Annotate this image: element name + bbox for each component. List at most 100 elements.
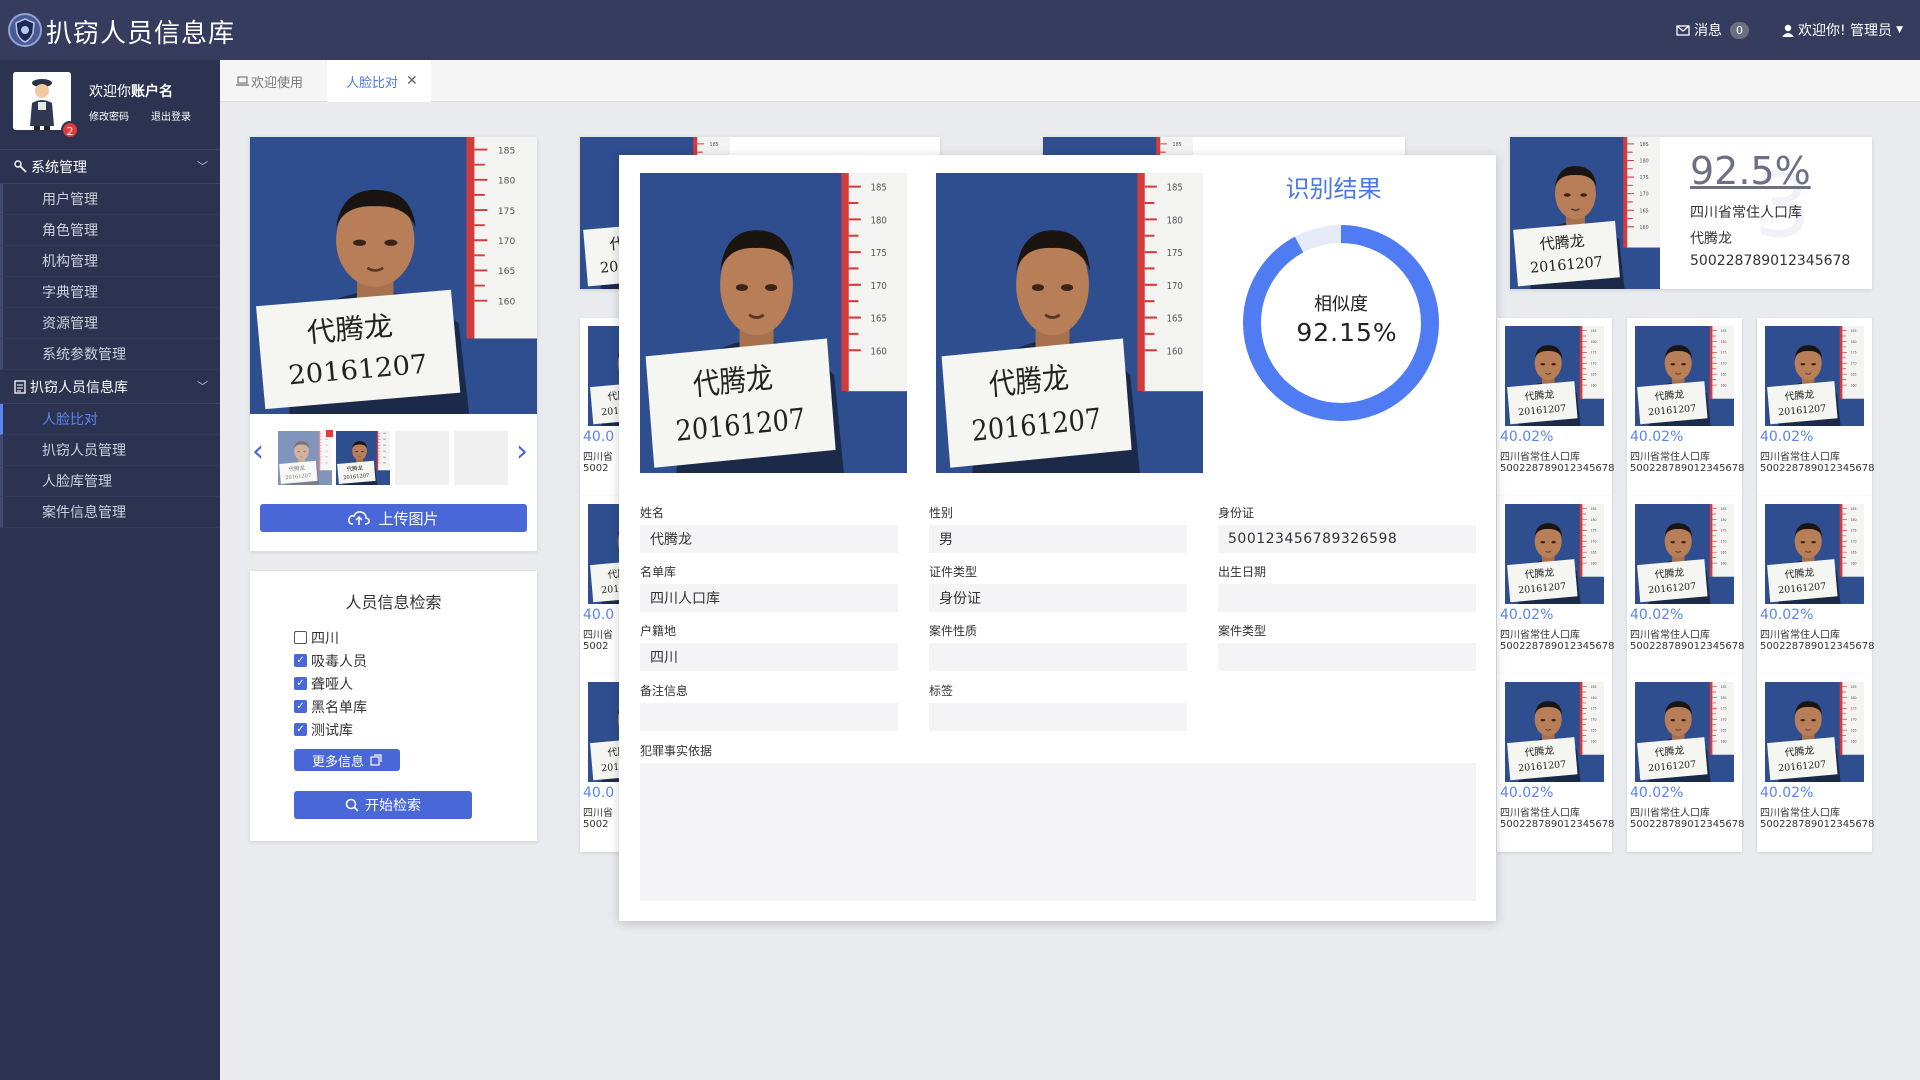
sidebar-item-roles[interactable]: 角色管理 bbox=[0, 215, 220, 246]
close-icon[interactable]: ✕ bbox=[406, 73, 418, 89]
match-card[interactable]: 40.02% 四川省常住人口库 500228789012345678 bbox=[1497, 318, 1615, 496]
match-photo bbox=[1510, 137, 1660, 289]
change-password-link[interactable]: 修改密码 bbox=[89, 108, 129, 123]
sidebar-item-system-params[interactable]: 系统参数管理 bbox=[0, 339, 220, 370]
chevron-left-icon[interactable]: ‹ bbox=[252, 437, 264, 467]
search-icon bbox=[345, 798, 359, 812]
thumbnail-2[interactable] bbox=[336, 431, 390, 485]
match-photo bbox=[1635, 326, 1734, 426]
sidebar: 2 欢迎你账户名 修改密码 退出登录 系统管理 ﹀ 用户管理 角色管理 机构管理… bbox=[0, 60, 220, 1080]
match-percent: 40.02% bbox=[1760, 607, 1814, 623]
thumbnail-empty[interactable] bbox=[454, 431, 508, 485]
result-overlay: 识别结果 相似度 92.15% 姓名 代腾龙 性别 男 身份证 50012345… bbox=[619, 155, 1496, 921]
match-card[interactable]: 40.02% 四川省常住人口库 500228789012345678 bbox=[1627, 496, 1745, 674]
match-percent: 40.02% bbox=[1500, 429, 1554, 445]
messages-button[interactable]: 消息 0 bbox=[1676, 20, 1749, 40]
checkbox-checked[interactable]: ✓ bbox=[294, 654, 307, 667]
field-evidence[interactable] bbox=[640, 763, 1476, 901]
field-case-nature[interactable] bbox=[929, 643, 1187, 671]
checkbox-checked[interactable]: ✓ bbox=[294, 723, 307, 736]
match-percent: 40.0 bbox=[583, 785, 615, 801]
field-case-type[interactable] bbox=[1218, 643, 1476, 671]
match-id: 500228789012345678 bbox=[1760, 641, 1875, 652]
match-library: 四川省常住人口库 bbox=[1500, 630, 1580, 641]
field-id-card[interactable]: 500123456789326598 bbox=[1218, 525, 1476, 553]
sidebar-item-case-info[interactable]: 案件信息管理 bbox=[0, 497, 220, 528]
checkbox[interactable] bbox=[294, 631, 307, 644]
sidebar-item-face-library[interactable]: 人脸库管理 bbox=[0, 466, 220, 497]
option-test[interactable]: ✓ 测试库 bbox=[294, 718, 367, 741]
field-label-case-nature: 案件性质 bbox=[929, 624, 978, 638]
upload-button[interactable]: 上传图片 bbox=[260, 504, 527, 532]
more-info-button[interactable]: 更多信息 bbox=[294, 749, 400, 771]
field-tag[interactable] bbox=[929, 703, 1187, 731]
match-photo bbox=[1505, 504, 1604, 604]
match-id: 500228789012345678 bbox=[1760, 463, 1875, 474]
match-card[interactable]: 40.02% 四川省常住人口库 500228789012345678 bbox=[1757, 318, 1875, 496]
menu-group-label: 系统管理 bbox=[31, 159, 87, 176]
menu-group-system[interactable]: 系统管理 ﹀ bbox=[0, 150, 220, 184]
match-card[interactable]: 40.02% 四川省常住人口库 500228789012345678 bbox=[1757, 674, 1875, 852]
sidebar-item-theft-persons[interactable]: 扒窃人员管理 bbox=[0, 435, 220, 466]
tab-welcome[interactable]: 欢迎使用 bbox=[236, 60, 303, 102]
match-library: 四川省常住人口库 bbox=[1760, 452, 1840, 463]
sidebar-item-face-compare[interactable]: 人脸比对 bbox=[0, 404, 220, 435]
match-id: 500228789012345678 bbox=[1760, 819, 1875, 830]
sidebar-item-organizations[interactable]: 机构管理 bbox=[0, 246, 220, 277]
field-gender[interactable]: 男 bbox=[929, 525, 1187, 553]
police-badge-icon bbox=[8, 13, 42, 47]
checkbox-checked[interactable]: ✓ bbox=[294, 700, 307, 713]
field-household[interactable]: 四川 bbox=[640, 643, 898, 671]
result-title: 识别结果 bbox=[1285, 175, 1382, 203]
sidebar-item-resources[interactable]: 资源管理 bbox=[0, 308, 220, 339]
checkbox-checked[interactable]: ✓ bbox=[294, 677, 307, 690]
field-label-list: 名单库 bbox=[640, 565, 677, 579]
laptop-icon bbox=[236, 76, 249, 86]
similarity-value: 92.15% bbox=[1296, 318, 1398, 347]
thumbnail-1[interactable] bbox=[278, 431, 332, 485]
match-id: 5002 bbox=[583, 641, 609, 652]
match-percent: 40.02% bbox=[1760, 785, 1814, 801]
start-search-button[interactable]: 开始检索 bbox=[294, 791, 472, 819]
sidebar-item-dictionary[interactable]: 字典管理 bbox=[0, 277, 220, 308]
tab-label: 欢迎使用 bbox=[251, 75, 304, 91]
uploaded-photo bbox=[250, 137, 537, 414]
field-label-gender: 性别 bbox=[929, 506, 954, 520]
profile-panel: 2 欢迎你账户名 修改密码 退出登录 bbox=[0, 60, 220, 150]
logout-link[interactable]: 退出登录 bbox=[151, 108, 191, 123]
sidebar-item-users[interactable]: 用户管理 bbox=[0, 184, 220, 215]
document-icon bbox=[14, 379, 26, 394]
top-match-card[interactable]: 3 92.5% 四川省常住人口库 代腾龙 500228789012345678 bbox=[1510, 137, 1872, 289]
app-header: 扒窃人员信息库 消息 0 欢迎你! 管理员 ▼ bbox=[0, 0, 1920, 60]
match-card[interactable]: 40.02% 四川省常住人口库 500228789012345678 bbox=[1757, 496, 1875, 674]
option-blacklist[interactable]: ✓ 黑名单库 bbox=[294, 695, 367, 718]
user-greeting: 欢迎你! 管理员 bbox=[1798, 23, 1893, 39]
tab-face-compare[interactable]: 人脸比对 ✕ bbox=[327, 60, 431, 102]
option-sichuan[interactable]: 四川 bbox=[294, 626, 367, 649]
match-score: 92.5% bbox=[1690, 149, 1811, 193]
match-photo bbox=[1765, 326, 1864, 426]
field-list[interactable]: 四川人口库 bbox=[640, 584, 898, 612]
match-library: 四川省常住人口库 bbox=[1500, 808, 1580, 819]
chevron-right-icon[interactable]: › bbox=[516, 437, 528, 467]
user-menu[interactable]: 欢迎你! 管理员 ▼ bbox=[1782, 20, 1903, 40]
field-cert-type[interactable]: 身份证 bbox=[929, 584, 1187, 612]
field-birth[interactable] bbox=[1218, 584, 1476, 612]
avatar[interactable] bbox=[13, 72, 71, 130]
menu-group-theft-db[interactable]: 扒窃人员信息库 ﹀ bbox=[0, 370, 220, 404]
thumbnail-empty[interactable] bbox=[395, 431, 449, 485]
thumbnail-remove-icon[interactable] bbox=[326, 430, 333, 437]
caret-down-icon: ▼ bbox=[1896, 25, 1903, 35]
field-name[interactable]: 代腾龙 bbox=[640, 525, 898, 553]
option-drug[interactable]: ✓ 吸毒人员 bbox=[294, 649, 367, 672]
option-deaf[interactable]: ✓ 聋哑人 bbox=[294, 672, 367, 695]
account-name: 账户名 bbox=[131, 84, 173, 100]
match-card[interactable]: 40.02% 四川省常住人口库 500228789012345678 bbox=[1497, 674, 1615, 852]
query-photo bbox=[640, 173, 907, 473]
match-id: 5002 bbox=[583, 819, 609, 830]
match-card[interactable]: 40.02% 四川省常住人口库 500228789012345678 bbox=[1627, 318, 1745, 496]
match-card[interactable]: 40.02% 四川省常住人口库 500228789012345678 bbox=[1627, 674, 1745, 852]
match-percent: 40.0 bbox=[583, 607, 615, 623]
field-remark[interactable] bbox=[640, 703, 898, 731]
match-card[interactable]: 40.02% 四川省常住人口库 500228789012345678 bbox=[1497, 496, 1615, 674]
